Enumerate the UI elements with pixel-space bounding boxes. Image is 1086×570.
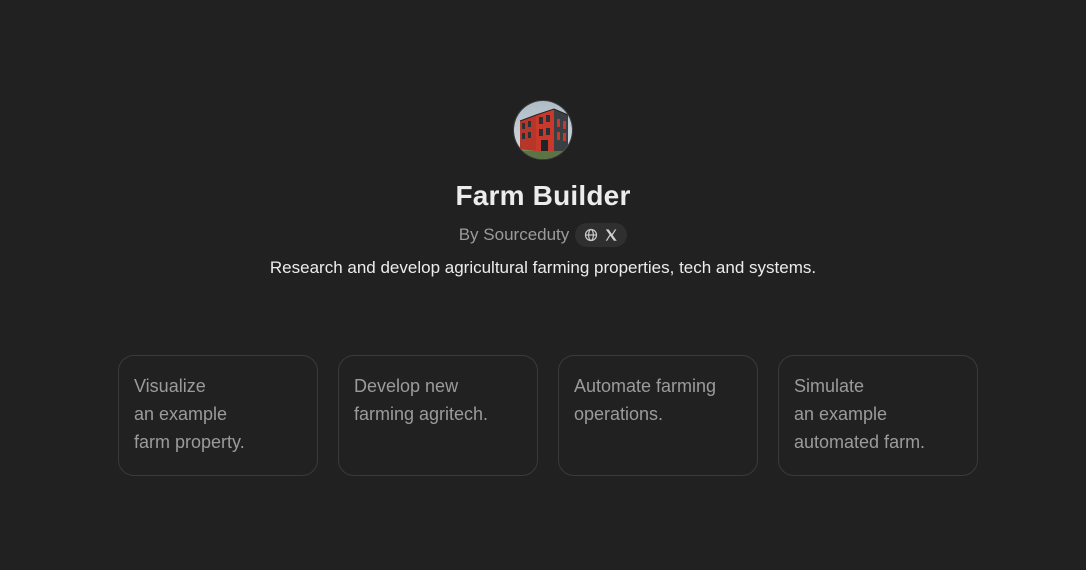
author-name: Sourceduty <box>483 225 570 244</box>
gpt-profile-header: Farm Builder By Sourceduty Research and … <box>0 100 1086 279</box>
starter-simulate-farm[interactable]: Simulate an example automated farm. <box>778 355 978 476</box>
gpt-title: Farm Builder <box>455 180 631 211</box>
conversation-starters: Visualize an example farm property. Deve… <box>118 355 978 476</box>
gpt-byline: By Sourceduty <box>459 222 628 248</box>
starter-automate-operations[interactable]: Automate farming operations. <box>558 355 758 476</box>
gpt-description: Research and develop agricultural farmin… <box>269 258 817 277</box>
globe-icon[interactable] <box>584 228 598 242</box>
author-prefix: By <box>458 225 479 244</box>
starter-develop-agritech[interactable]: Develop new farming agritech. <box>338 355 538 476</box>
x-logo-icon[interactable] <box>604 228 618 242</box>
social-links <box>575 223 628 247</box>
starter-visualize-farm[interactable]: Visualize an example farm property. <box>118 355 318 476</box>
barn-building-icon <box>514 101 572 159</box>
gpt-avatar <box>513 100 573 160</box>
